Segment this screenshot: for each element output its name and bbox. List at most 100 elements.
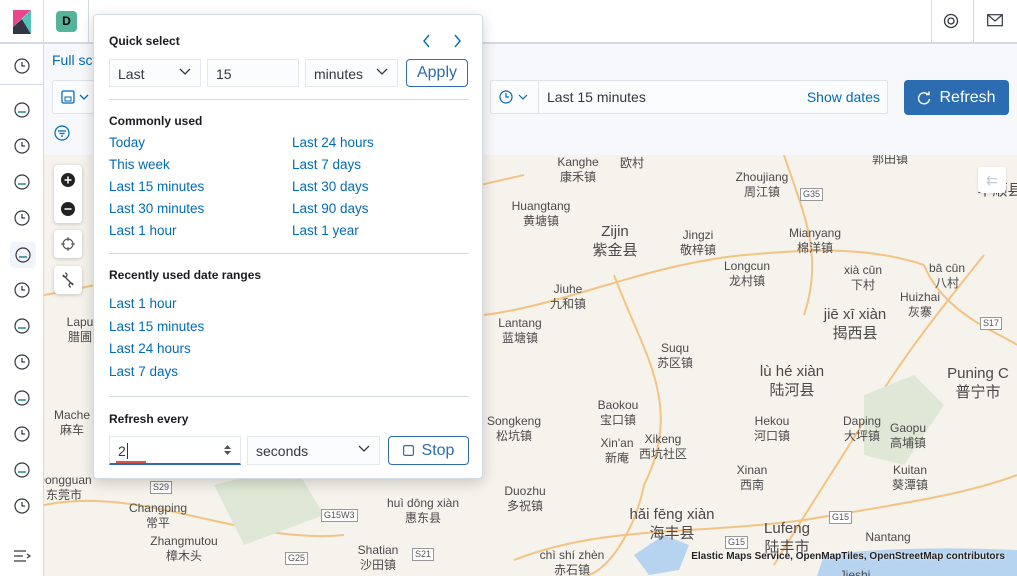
help-lifebuoy-icon[interactable] xyxy=(943,13,959,34)
map-place-label: Songkeng 松坑镇 xyxy=(486,414,542,443)
road-shield: G15 xyxy=(725,536,749,549)
commonly-used-link[interactable]: Last 7 days xyxy=(292,157,361,172)
map-place-label: Huangtang 黄塘镇 xyxy=(511,199,571,228)
commonly-used-title: Commonly used xyxy=(109,114,203,128)
refresh-label: Refresh xyxy=(939,88,996,106)
fit-to-data-button[interactable] xyxy=(54,230,82,258)
mail-icon[interactable] xyxy=(987,14,1003,32)
commonly-used-link[interactable]: Last 1 year xyxy=(292,223,359,238)
map-place-label: Daping 大坪镇 xyxy=(842,414,882,443)
commonly-used-link[interactable]: Today xyxy=(109,135,145,150)
stepper-icon[interactable] xyxy=(223,444,232,456)
recent-range-link[interactable]: Last 7 days xyxy=(109,364,178,379)
map-place-label: Mache 麻车 xyxy=(53,408,91,437)
map-place-label: bā cūn 八村 xyxy=(928,261,966,290)
map-place-label: Zijin 紫金县 xyxy=(592,223,638,259)
recent-range-link[interactable]: Last 15 minutes xyxy=(109,319,204,334)
commonly-used-link[interactable]: Last 24 hours xyxy=(292,135,374,150)
commonly-used-link[interactable]: Last 90 days xyxy=(292,201,369,216)
map-place-label: Nantang xyxy=(865,530,911,544)
map-place-label: Hekou 河口镇 xyxy=(753,414,791,443)
zoom-controls xyxy=(54,165,82,223)
refresh-interval-input[interactable]: 2 xyxy=(109,436,241,465)
kibana-logo[interactable] xyxy=(0,0,44,44)
apm-icon[interactable] xyxy=(10,386,34,410)
previous-period-icon[interactable] xyxy=(422,34,432,48)
map-place-label: huì dōng xiàn 惠东县 xyxy=(386,496,460,525)
collapse-icon[interactable] xyxy=(10,544,34,568)
commonly-used-link[interactable]: Last 30 days xyxy=(292,179,369,194)
stop-square-icon xyxy=(402,445,414,456)
logs-icon[interactable] xyxy=(10,350,34,374)
map-place-label: Longcun 龙村镇 xyxy=(723,259,771,288)
map-place-label: Lantang 蓝塘镇 xyxy=(498,316,542,345)
layer-control-toggle[interactable]: ⇇ xyxy=(978,167,1006,193)
road-shield: S29 xyxy=(150,481,173,494)
maps-icon[interactable] xyxy=(10,242,36,268)
map-place-label: Xikeng 西坑社区 xyxy=(638,432,688,461)
metrics-icon[interactable] xyxy=(10,314,34,338)
dashboard-icon[interactable] xyxy=(10,170,34,194)
discover-icon[interactable] xyxy=(10,98,34,122)
filter-icon[interactable] xyxy=(54,125,70,146)
map-place-label: Kanghe 康禾镇 xyxy=(557,155,599,184)
map-place-label: xià cūn 下村 xyxy=(843,263,883,292)
chevron-down-icon xyxy=(179,68,191,75)
road-shield: G25 xyxy=(285,552,309,565)
road-shield: G15W3 xyxy=(321,509,358,522)
quick-unit-select[interactable]: minutes xyxy=(305,59,398,87)
commonly-used-link[interactable]: Last 1 hour xyxy=(109,223,177,238)
map-attribution[interactable]: Elastic Maps Service, OpenMapTiles, Open… xyxy=(691,551,1005,562)
space-avatar[interactable]: D xyxy=(56,11,77,32)
refresh-unit-select[interactable]: seconds xyxy=(247,436,380,465)
next-period-icon[interactable] xyxy=(452,34,462,48)
commonly-used-link[interactable]: This week xyxy=(109,157,170,172)
show-dates-link[interactable]: Show dates xyxy=(807,89,880,105)
side-nav xyxy=(0,44,44,576)
visualize-icon[interactable] xyxy=(10,134,34,158)
quick-direction-select[interactable]: Last xyxy=(109,59,201,87)
quick-value-input[interactable]: 15 xyxy=(207,59,299,87)
refresh-icon xyxy=(918,91,931,104)
stop-refresh-button[interactable]: Stop xyxy=(388,436,469,465)
uptime-icon[interactable] xyxy=(10,422,34,446)
graph-icon[interactable] xyxy=(10,458,34,482)
commonly-used-link[interactable]: Last 30 minutes xyxy=(109,201,204,216)
date-picker[interactable]: Last 15 minutes Show dates xyxy=(490,80,888,114)
unit-value: minutes xyxy=(314,66,364,82)
recently-viewed-icon[interactable] xyxy=(10,54,34,78)
commonly-used-link[interactable]: Last 15 minutes xyxy=(109,179,204,194)
dev-tools-icon[interactable] xyxy=(10,494,34,518)
save-query-button[interactable] xyxy=(52,80,98,114)
tools-button[interactable] xyxy=(54,266,82,294)
wrench-icon xyxy=(62,272,74,288)
map-place-label: Suqu 苏区镇 xyxy=(656,341,694,370)
map-place-label: Huizhai 灰寨 xyxy=(899,290,941,319)
zoom-in-icon[interactable] xyxy=(60,172,76,188)
machine-learning-icon[interactable] xyxy=(10,278,34,302)
road-shield: G35 xyxy=(800,188,824,201)
map-place-label: lù hé xiàn 陆河县 xyxy=(759,363,825,399)
zoom-out-icon[interactable] xyxy=(60,201,76,217)
refresh-interval-value: 2 xyxy=(118,443,126,459)
recent-range-link[interactable]: Last 24 hours xyxy=(109,341,191,356)
map-place-label: Zhoujiang 周江镇 xyxy=(735,170,789,199)
map-place-label: chì shí zhèn 赤石镇 xyxy=(539,548,605,576)
map-place-label: Changping 常平 xyxy=(128,501,188,530)
recently-used-title: Recently used date ranges xyxy=(109,268,262,282)
map-place-label: Dongguan东莞市 xyxy=(44,473,92,502)
apply-button[interactable]: Apply xyxy=(406,59,468,87)
map-place-label: Jingzi 敬梓镇 xyxy=(679,228,717,257)
refresh-button[interactable]: Refresh xyxy=(904,80,1009,115)
map-place-label: Puning C 普宁市 xyxy=(947,365,1009,401)
recent-range-link[interactable]: Last 1 hour xyxy=(109,296,177,311)
map-place-label: Xinan 西南 xyxy=(736,463,768,492)
refresh-unit-value: seconds xyxy=(256,443,309,459)
map-place-label: 欧村 xyxy=(619,156,645,170)
road-shield: S17 xyxy=(980,317,1003,330)
date-range-text[interactable]: Last 15 minutes xyxy=(547,89,646,105)
canvas-icon[interactable] xyxy=(10,206,34,230)
map-place-label: Jiuhe 九和镇 xyxy=(549,282,587,311)
quick-select-toggle[interactable] xyxy=(491,81,539,113)
map-place-label: Zhangmutou 樟木头 xyxy=(150,534,218,563)
